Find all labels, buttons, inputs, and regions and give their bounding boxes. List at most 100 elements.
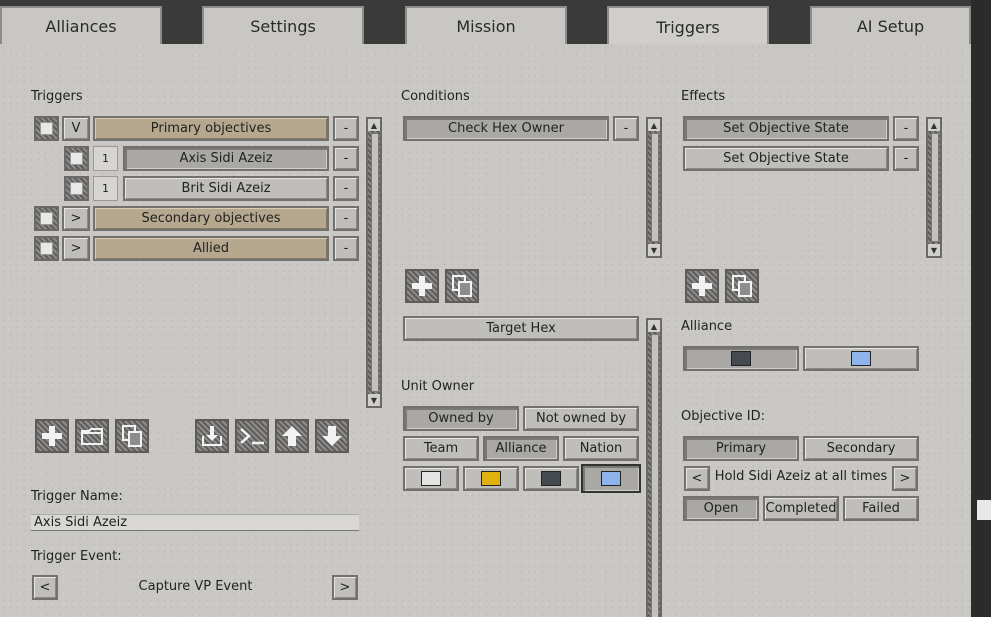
add-condition-button[interactable] (405, 269, 439, 303)
trigger-enable-checkbox[interactable] (34, 206, 59, 231)
objective-primary-button[interactable]: Primary (683, 436, 799, 461)
add-folder-button[interactable] (75, 419, 109, 453)
trigger-event-prev-button[interactable]: < (32, 575, 58, 600)
folder-icon (81, 428, 103, 445)
trigger-group-allied[interactable]: Allied (93, 236, 329, 261)
scroll-up-icon[interactable]: ▲ (928, 119, 940, 131)
trigger-expand-button[interactable]: > (62, 206, 90, 231)
objective-secondary-button[interactable]: Secondary (803, 436, 919, 461)
state-open-button[interactable]: Open (683, 496, 759, 521)
objective-id-label: Objective ID: (681, 409, 765, 424)
conditions-heading: Conditions (401, 89, 470, 104)
console-button[interactable] (235, 419, 269, 453)
copy-effect-button[interactable] (725, 269, 759, 303)
trigger-name-label: Trigger Name: (31, 489, 123, 504)
scroll-thumb[interactable] (651, 133, 659, 242)
trigger-enable-checkbox[interactable] (34, 116, 59, 141)
trigger-collapse-button[interactable]: V (62, 116, 90, 141)
console-icon (240, 428, 264, 445)
tab-alliances[interactable]: Alliances (0, 6, 162, 44)
trigger-remove-button[interactable]: - (333, 146, 359, 171)
import-icon (202, 426, 222, 446)
owner-alliance-button[interactable]: Alliance (483, 436, 559, 461)
trigger-item-brit-sidi-azeiz[interactable]: Brit Sidi Azeiz (123, 176, 329, 201)
trigger-remove-button[interactable]: - (333, 176, 359, 201)
effects-scrollbar[interactable]: ▲ ▼ (926, 117, 942, 258)
scroll-thumb[interactable] (651, 334, 659, 617)
trigger-index: 1 (93, 176, 118, 201)
owner-color-swatch[interactable] (403, 466, 459, 491)
scroll-up-icon[interactable]: ▲ (648, 119, 660, 131)
color-swatch (421, 471, 441, 486)
move-up-button[interactable] (275, 419, 309, 453)
trigger-event-next-button[interactable]: > (332, 575, 358, 600)
trigger-remove-button[interactable]: - (333, 116, 359, 141)
objective-next-button[interactable]: > (892, 466, 918, 491)
effect-remove-button[interactable]: - (893, 116, 919, 141)
scroll-down-icon[interactable]: ▼ (368, 394, 380, 406)
objective-prev-button[interactable]: < (684, 466, 710, 491)
trigger-enable-checkbox[interactable] (64, 176, 89, 201)
owner-color-swatch-selected[interactable] (581, 464, 641, 493)
tab-triggers[interactable]: Triggers (607, 6, 769, 46)
trigger-name-input[interactable]: Axis Sidi Azeiz (31, 514, 359, 531)
move-down-button[interactable] (315, 419, 349, 453)
trigger-item-axis-sidi-azeiz[interactable]: Axis Sidi Azeiz (123, 146, 329, 171)
scroll-down-icon[interactable]: ▼ (928, 244, 940, 256)
not-owned-by-button[interactable]: Not owned by (523, 406, 639, 431)
alliance-swatch-button[interactable] (803, 346, 919, 371)
color-swatch (541, 471, 561, 486)
trigger-remove-button[interactable]: - (333, 236, 359, 261)
owner-team-button[interactable]: Team (403, 436, 479, 461)
add-trigger-button[interactable] (35, 419, 69, 453)
color-swatch (851, 351, 871, 366)
trigger-group-secondary[interactable]: Secondary objectives (93, 206, 329, 231)
tab-mission[interactable]: Mission (405, 6, 567, 44)
trigger-remove-button[interactable]: - (333, 206, 359, 231)
condition-remove-button[interactable]: - (613, 116, 639, 141)
target-hex-button[interactable]: Target Hex (403, 316, 639, 341)
trigger-enable-checkbox[interactable] (64, 146, 89, 171)
trigger-index: 1 (93, 146, 118, 171)
effect-item-set-objective-state[interactable]: Set Objective State (683, 116, 889, 141)
import-trigger-button[interactable] (195, 419, 229, 453)
condition-params-scrollbar[interactable]: ▲ (646, 318, 662, 617)
state-completed-button[interactable]: Completed (763, 496, 839, 521)
color-swatch (731, 351, 751, 366)
effect-remove-button[interactable]: - (893, 146, 919, 171)
tab-settings[interactable]: Settings (202, 6, 364, 44)
tab-ai-setup[interactable]: AI Setup (810, 6, 971, 44)
editor-window: Alliances Settings Mission Triggers AI S… (0, 0, 991, 617)
scroll-up-icon[interactable]: ▲ (648, 320, 660, 332)
triggers-scrollbar[interactable]: ▲ ▼ (366, 117, 382, 408)
alliance-label: Alliance (681, 319, 733, 334)
effects-heading: Effects (681, 89, 726, 104)
alliance-swatch-button[interactable] (683, 346, 799, 371)
unit-owner-label: Unit Owner (401, 379, 475, 394)
scroll-thumb[interactable] (931, 133, 939, 242)
scroll-up-icon[interactable]: ▲ (368, 119, 380, 131)
color-swatch (601, 471, 621, 486)
owner-color-swatch[interactable] (463, 466, 519, 491)
add-effect-button[interactable] (685, 269, 719, 303)
effect-item-set-objective-state[interactable]: Set Objective State (683, 146, 889, 171)
owned-by-button[interactable]: Owned by (403, 406, 519, 431)
trigger-event-label: Trigger Event: (31, 549, 122, 564)
copy-icon (452, 275, 472, 297)
add-icon (692, 276, 712, 296)
owner-color-swatch[interactable] (523, 466, 579, 491)
trigger-event-value: Capture VP Event (138, 579, 253, 594)
owner-nation-button[interactable]: Nation (563, 436, 639, 461)
copy-condition-button[interactable] (445, 269, 479, 303)
scroll-down-icon[interactable]: ▼ (648, 244, 660, 256)
scroll-thumb[interactable] (371, 133, 379, 392)
trigger-enable-checkbox[interactable] (34, 236, 59, 261)
arrow-up-icon (282, 426, 302, 446)
state-failed-button[interactable]: Failed (843, 496, 919, 521)
copy-trigger-button[interactable] (115, 419, 149, 453)
conditions-scrollbar[interactable]: ▲ ▼ (646, 117, 662, 258)
trigger-expand-button[interactable]: > (62, 236, 90, 261)
condition-item-check-hex-owner[interactable]: Check Hex Owner (403, 116, 609, 141)
objective-value: Hold Sidi Azeiz at all times (714, 469, 888, 484)
trigger-group-primary[interactable]: Primary objectives (93, 116, 329, 141)
